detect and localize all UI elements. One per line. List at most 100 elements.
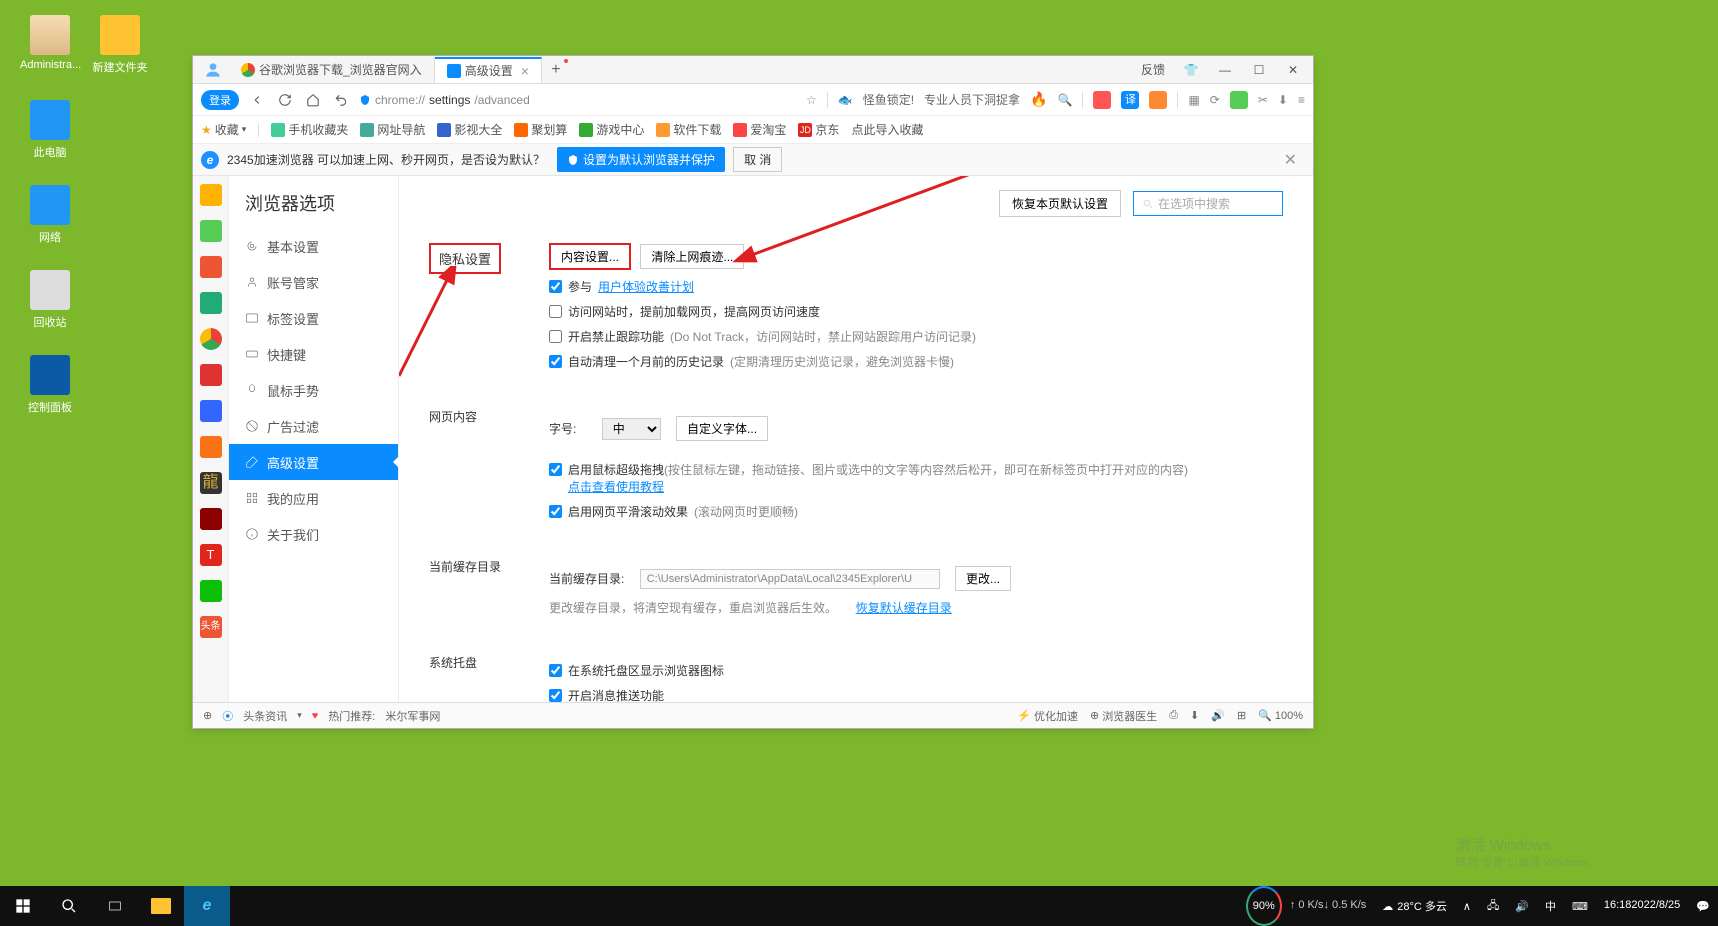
rail-app-9[interactable]: 龍 <box>200 472 222 494</box>
restore-defaults-button[interactable]: 恢复本页默认设置 <box>999 190 1121 217</box>
desktop-icon-administrator[interactable]: Administra... <box>20 15 80 71</box>
autoclean-checkbox[interactable] <box>549 355 562 368</box>
optimize-button[interactable]: ⚡优化加速 <box>1017 708 1078 724</box>
bm-import[interactable]: 点此导入收藏 <box>851 121 923 138</box>
bm-juhuasuan[interactable]: 聚划算 <box>514 121 567 138</box>
change-path-button[interactable]: 更改... <box>955 566 1011 591</box>
maximize-button[interactable]: ☐ <box>1247 63 1271 77</box>
bm-favorites[interactable]: ★收藏▾ <box>201 121 246 138</box>
bm-games[interactable]: 游戏中心 <box>579 121 644 138</box>
rail-app-toutiao[interactable]: 头条 <box>200 616 222 638</box>
search-icon[interactable]: 🔍 <box>1058 93 1073 107</box>
url-input[interactable]: chrome://settings/advanced <box>359 93 699 107</box>
restore-cache-link[interactable]: 恢复默认缓存目录 <box>856 599 952 616</box>
reload-button[interactable] <box>275 90 295 110</box>
menu-icon[interactable]: ≡ <box>1298 93 1305 107</box>
ux-plan-checkbox[interactable] <box>549 280 562 293</box>
ext-green-icon[interactable] <box>1230 91 1248 109</box>
push-checkbox[interactable] <box>549 689 562 702</box>
rail-app-t[interactable]: T <box>200 544 222 566</box>
hot-site-link[interactable]: 米尔军事网 <box>385 708 440 724</box>
search-input[interactable]: 在选项中搜索 <box>1133 191 1283 216</box>
rail-app-7[interactable] <box>200 400 222 422</box>
taskbar-clock[interactable]: 16:182022/8/25 <box>1596 886 1688 926</box>
preload-checkbox[interactable] <box>549 305 562 318</box>
ext-grid-icon[interactable]: ▦ <box>1188 93 1199 107</box>
rail-app-4[interactable] <box>200 292 222 314</box>
rail-app-pdf[interactable] <box>200 256 222 278</box>
close-button[interactable]: ✕ <box>1281 63 1305 77</box>
rail-app-2[interactable] <box>200 220 222 242</box>
download-status-icon[interactable]: ⬇ <box>1190 709 1199 722</box>
sidebar-item-about[interactable]: 关于我们 <box>229 516 398 552</box>
sidebar-item-shortcuts[interactable]: 快捷键 <box>229 336 398 372</box>
tray-volume-icon[interactable]: 🔊 <box>1507 886 1537 926</box>
desktop-icon-recycle[interactable]: 回收站 <box>20 270 80 330</box>
sidebar-item-advanced[interactable]: 高级设置 <box>229 444 398 480</box>
back-button[interactable] <box>247 90 267 110</box>
sidebar-item-basic[interactable]: 基本设置 <box>229 228 398 264</box>
ux-plan-link[interactable]: 用户体验改善计划 <box>598 278 694 295</box>
smoothscroll-checkbox[interactable] <box>549 505 562 518</box>
close-icon[interactable]: × <box>521 63 529 79</box>
tab-advanced-settings[interactable]: 高级设置× <box>435 57 542 83</box>
bm-software[interactable]: 软件下载 <box>656 121 721 138</box>
undo-button[interactable] <box>331 90 351 110</box>
notifications-button[interactable]: 💬 <box>1688 886 1718 926</box>
toutiao-icon[interactable]: ⦿ <box>222 708 233 724</box>
feedback-button[interactable]: 反馈 <box>1137 61 1169 78</box>
custom-font-button[interactable]: 自定义字体... <box>676 416 768 441</box>
superdrag-tutorial-link[interactable]: 点击查看使用教程 <box>568 480 664 494</box>
zoom-indicator[interactable]: 🔍 100% <box>1258 709 1303 722</box>
set-default-button[interactable]: 设置为默认浏览器并保护 <box>557 147 725 172</box>
tray-keyboard-icon[interactable]: ⌨ <box>1564 886 1596 926</box>
tray-icon-checkbox[interactable] <box>549 664 562 677</box>
explorer-button[interactable] <box>138 886 184 926</box>
sound-icon[interactable]: 🔊 <box>1211 709 1225 722</box>
weather-widget[interactable]: ☁ 28°C 多云 <box>1374 886 1455 926</box>
tab-chrome-download[interactable]: 谷歌浏览器下载_浏览器官网入 <box>229 57 435 83</box>
superdrag-checkbox[interactable] <box>549 463 562 476</box>
sidebar-item-account[interactable]: 账号管家 <box>229 264 398 300</box>
cache-path-input[interactable] <box>640 569 940 589</box>
ext-game-icon[interactable] <box>1149 91 1167 109</box>
dnt-checkbox[interactable] <box>549 330 562 343</box>
desktop-icon-this-pc[interactable]: 此电脑 <box>20 100 80 160</box>
bm-nav[interactable]: 网址导航 <box>360 121 425 138</box>
grid-status-icon[interactable]: ⊞ <box>1237 709 1246 722</box>
rail-app-10[interactable] <box>200 508 222 530</box>
taskview-button[interactable] <box>92 886 138 926</box>
rail-app-8[interactable] <box>200 436 222 458</box>
scissors-icon[interactable]: ✂ <box>1258 93 1268 107</box>
download-icon[interactable]: ⬇ <box>1278 93 1288 107</box>
screenshot-button[interactable]: ⎙ <box>1169 709 1178 722</box>
tray-ime[interactable]: 中 <box>1537 886 1564 926</box>
desktop-icon-folder[interactable]: 新建文件夹 <box>90 15 150 75</box>
notice-close-icon[interactable]: ✕ <box>1276 150 1305 170</box>
rail-app-chrome[interactable] <box>200 328 222 350</box>
minimize-button[interactable]: — <box>1213 63 1237 77</box>
rail-app-2345[interactable] <box>200 184 222 206</box>
content-settings-button[interactable]: 内容设置... <box>549 243 631 270</box>
ext-shop-icon[interactable] <box>1093 91 1111 109</box>
ext-translate-icon[interactable]: 译 <box>1121 91 1139 109</box>
cancel-button[interactable]: 取 消 <box>733 147 782 172</box>
doctor-button[interactable]: ⊕浏览器医生 <box>1090 708 1157 724</box>
clear-traces-button[interactable]: 清除上网痕迹... <box>640 244 744 269</box>
star-icon[interactable]: ☆ <box>806 93 817 107</box>
news-link[interactable]: 头条资讯 <box>243 708 287 724</box>
sidebar-item-tabs[interactable]: 标签设置 <box>229 300 398 336</box>
bm-video[interactable]: 影视大全 <box>437 121 502 138</box>
search-taskbar-button[interactable] <box>46 886 92 926</box>
avatar-button[interactable] <box>197 59 229 81</box>
net-gauge[interactable]: 90% <box>1246 886 1282 926</box>
tray-network-icon[interactable]: 🖧 <box>1479 886 1507 926</box>
skin-icon[interactable]: 👕 <box>1179 63 1203 77</box>
desktop-icon-network[interactable]: 网络 <box>20 185 80 245</box>
start-button[interactable] <box>0 886 46 926</box>
bm-jd[interactable]: JD京东 <box>798 121 839 138</box>
rail-app-6[interactable] <box>200 364 222 386</box>
sidebar-item-apps[interactable]: 我的应用 <box>229 480 398 516</box>
new-tab-button[interactable]: + <box>542 59 570 81</box>
home-button[interactable] <box>303 90 323 110</box>
